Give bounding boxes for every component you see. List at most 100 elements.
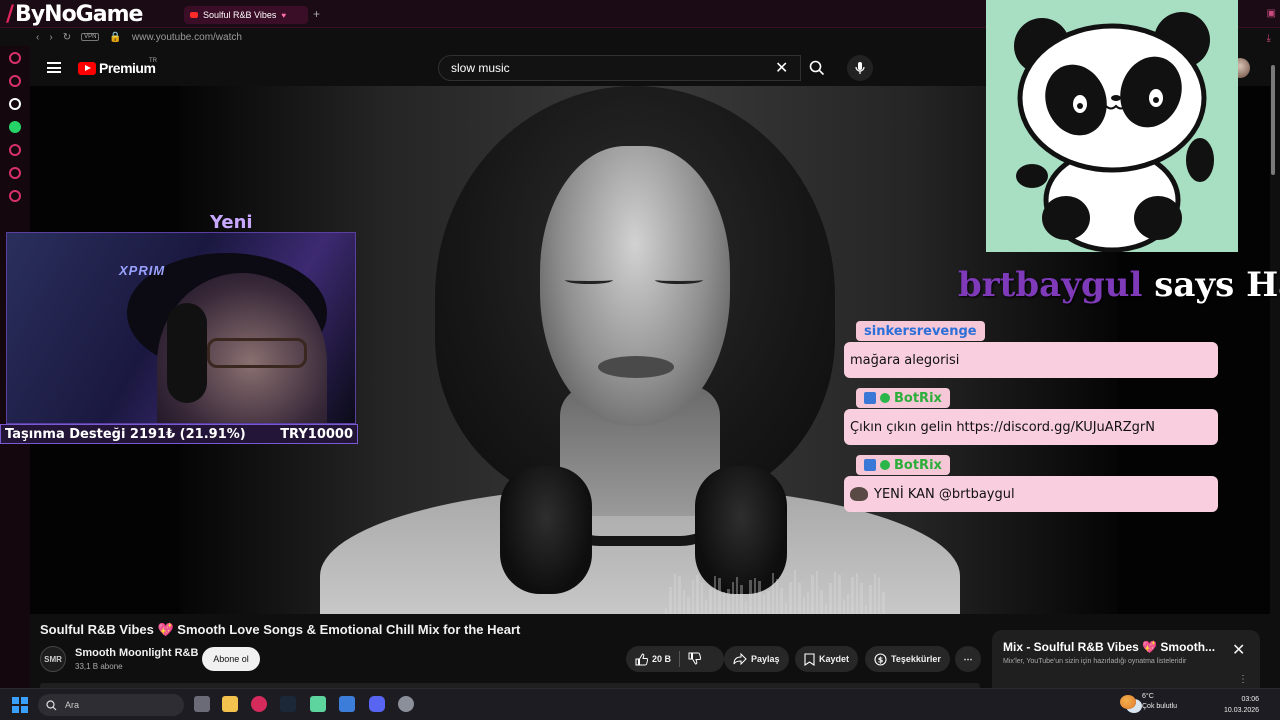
audio-visualizer bbox=[665, 566, 885, 614]
settings-icon[interactable] bbox=[398, 696, 414, 712]
visualizer-bar bbox=[824, 603, 828, 614]
mix-playlist-panel[interactable]: Mix - Soulful R&B Vibes 💖 Smooth... Mix'… bbox=[992, 630, 1260, 688]
system-clock[interactable]: 03:06 10.03.2026 bbox=[1224, 694, 1259, 716]
visualizer-bar bbox=[815, 570, 819, 614]
clear-search-icon[interactable]: ✕ bbox=[775, 58, 788, 78]
search-button[interactable] bbox=[801, 55, 833, 81]
subscriber-count: 33,1 B abone bbox=[75, 662, 123, 671]
visualizer-bar bbox=[709, 588, 712, 614]
scrollbar-thumb[interactable] bbox=[1271, 65, 1275, 175]
visualizer-bar bbox=[793, 570, 797, 614]
youtube-favicon-icon bbox=[190, 12, 198, 18]
visualizer-bar bbox=[811, 575, 814, 614]
mix-title: Mix - Soulful R&B Vibes 💖 Smooth... bbox=[1003, 640, 1216, 654]
chat-message: YENİ KAN @brtbaygul bbox=[844, 476, 1218, 512]
sidebar-ai-icon[interactable] bbox=[9, 98, 21, 110]
visualizer-bar bbox=[731, 581, 734, 614]
dislike-button[interactable] bbox=[688, 652, 702, 667]
page-scrollbar[interactable] bbox=[1270, 55, 1276, 685]
weather-widget[interactable]: 6°C Çok bulutlu bbox=[1120, 692, 1177, 712]
channel-name[interactable]: Smooth Moonlight R&B bbox=[75, 647, 198, 659]
browser-tab[interactable]: Soulful R&B Vibes ♥ bbox=[184, 6, 308, 24]
app-icon[interactable] bbox=[310, 696, 326, 712]
youtube-logo[interactable]: Premium bbox=[78, 60, 156, 76]
thanks-button[interactable]: $ Teşekkürler bbox=[865, 646, 950, 672]
sidebar-games-icon[interactable] bbox=[9, 75, 21, 87]
windows-start-icon[interactable] bbox=[12, 697, 28, 713]
sidebar-history-icon[interactable] bbox=[9, 144, 21, 156]
headphone-left-shape bbox=[500, 466, 592, 594]
thumbs-down-icon bbox=[688, 652, 702, 665]
greeting-user: brtbaygul bbox=[958, 265, 1143, 305]
task-view-icon[interactable] bbox=[194, 696, 210, 712]
forward-icon[interactable]: › bbox=[49, 32, 52, 43]
window-icon[interactable]: ▣ bbox=[1267, 8, 1276, 19]
channel-avatar[interactable]: SMR bbox=[40, 646, 66, 672]
share-icon bbox=[733, 653, 747, 665]
download-icon[interactable]: ⤓ bbox=[1267, 33, 1276, 44]
visualizer-bar bbox=[842, 599, 845, 614]
visualizer-bar bbox=[753, 578, 757, 614]
save-button[interactable]: Kaydet bbox=[795, 646, 859, 672]
visualizer-bar bbox=[744, 601, 748, 614]
hamburger-menu-icon[interactable] bbox=[47, 62, 61, 73]
greeting-text: says Hai! bbox=[1154, 265, 1280, 305]
more-actions-icon[interactable]: ⋯ bbox=[955, 646, 981, 672]
discord-icon[interactable] bbox=[369, 696, 385, 712]
visualizer-bar bbox=[860, 582, 863, 614]
visualizer-bar bbox=[696, 574, 699, 614]
vpn-badge[interactable]: VPN bbox=[81, 33, 100, 41]
new-tab-button[interactable]: + bbox=[313, 7, 320, 21]
visualizer-bar bbox=[749, 579, 752, 614]
chat-username: sinkersrevenge bbox=[856, 321, 985, 341]
donation-label: Taşınma Desteği 2191₺ (21.91%) bbox=[5, 426, 246, 442]
chat-username-text: BotRix bbox=[894, 390, 942, 406]
sidebar-settings-icon[interactable] bbox=[9, 190, 21, 202]
search-input[interactable]: slow music bbox=[438, 55, 801, 81]
reload-icon[interactable]: ↻ bbox=[63, 32, 71, 43]
verified-badge-icon bbox=[880, 460, 890, 470]
file-explorer-icon[interactable] bbox=[222, 696, 238, 712]
chat-message-text: mağara alegorisi bbox=[850, 352, 960, 368]
svg-text:$: $ bbox=[878, 655, 884, 664]
thanks-label: Teşekkürler bbox=[891, 654, 941, 664]
steam-icon[interactable] bbox=[280, 696, 296, 712]
chat-username: BotRix bbox=[856, 388, 950, 408]
weather-text: 6°C Çok bulutlu bbox=[1142, 692, 1177, 712]
temperature: 6°C bbox=[1142, 693, 1154, 700]
webcam-glasses-shape bbox=[207, 338, 307, 368]
visualizer-bar bbox=[798, 582, 801, 614]
share-button[interactable]: Paylaş bbox=[724, 646, 789, 672]
panda-overlay bbox=[986, 0, 1238, 252]
visualizer-bar bbox=[789, 581, 792, 614]
close-icon[interactable]: ✕ bbox=[1232, 640, 1245, 660]
tab-title: Soulful R&B Vibes bbox=[203, 10, 277, 20]
visualizer-bar bbox=[687, 597, 690, 614]
webcam-logo: XPRIM bbox=[119, 263, 166, 278]
search-value: slow music bbox=[451, 61, 510, 75]
visualizer-bar bbox=[820, 590, 823, 614]
url-field[interactable]: www.youtube.com/watch bbox=[132, 32, 242, 43]
donation-bar: Taşınma Desteği 2191₺ (21.91%) TRY10000 bbox=[0, 424, 358, 444]
like-button[interactable]: 20 B bbox=[635, 652, 671, 666]
opera-gx-icon[interactable] bbox=[251, 696, 267, 712]
video-title: Soulful R&B Vibes 💖 Smooth Love Songs & … bbox=[40, 622, 521, 637]
voice-search-button[interactable] bbox=[847, 55, 873, 81]
visualizer-bar bbox=[691, 579, 695, 614]
visualizer-bar bbox=[727, 589, 730, 614]
visualizer-bar bbox=[713, 576, 717, 614]
vscode-icon[interactable] bbox=[339, 696, 355, 712]
more-vert-icon[interactable]: ⋮ bbox=[1238, 674, 1248, 685]
subscribe-button[interactable]: Abone ol bbox=[202, 647, 260, 671]
face-shape bbox=[540, 146, 730, 426]
sidebar-download-icon[interactable] bbox=[9, 167, 21, 179]
heart-icon: ♥ bbox=[281, 10, 287, 20]
back-icon[interactable]: ‹ bbox=[36, 32, 39, 43]
sidebar-whatsapp-icon[interactable] bbox=[9, 121, 21, 133]
search-icon bbox=[46, 699, 57, 710]
visualizer-bar bbox=[802, 597, 805, 614]
super-thanks-icon: $ bbox=[874, 652, 887, 666]
visualizer-bar bbox=[784, 602, 788, 614]
sidebar-messenger-icon[interactable] bbox=[9, 52, 21, 64]
taskbar-search-input[interactable]: Ara bbox=[38, 694, 184, 716]
